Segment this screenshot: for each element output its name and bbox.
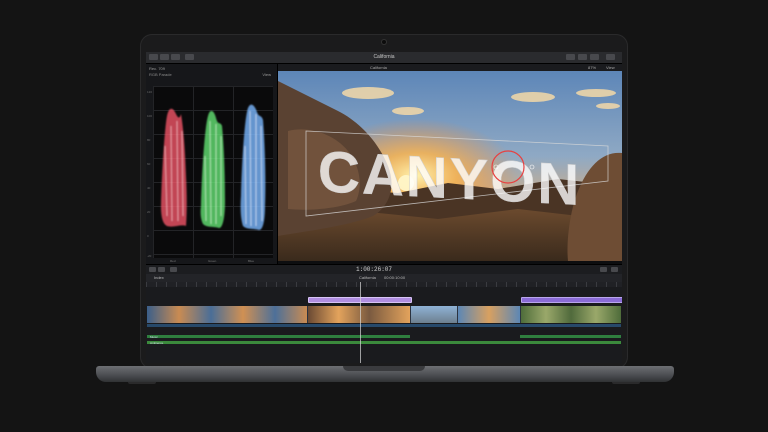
timeline-duration: 00:00:10:00 bbox=[384, 275, 406, 280]
index-button[interactable]: Index bbox=[154, 275, 164, 280]
scope-color-space: Rec. 709 bbox=[149, 66, 166, 71]
laptop-foot bbox=[128, 382, 156, 384]
snapping-button[interactable] bbox=[170, 267, 177, 272]
video-clip[interactable] bbox=[308, 306, 410, 323]
scope-scale-label: 80 bbox=[147, 138, 151, 142]
video-clip[interactable] bbox=[458, 306, 520, 323]
laptop-foot bbox=[612, 382, 640, 384]
scope-scale-label: 120 bbox=[147, 90, 153, 94]
ambience-clip-label: Ambience bbox=[150, 341, 164, 345]
timeline-project-name: California bbox=[359, 275, 376, 280]
blue-channel-label: Blue bbox=[248, 259, 255, 263]
rgb-parade-graph bbox=[161, 104, 266, 230]
viewer-canvas[interactable]: CANYON bbox=[278, 71, 622, 261]
scope-type-label: RGB Parade bbox=[149, 72, 172, 77]
audio-meters-button[interactable] bbox=[600, 267, 607, 272]
playhead[interactable] bbox=[360, 282, 361, 363]
laptop-notch bbox=[343, 366, 425, 371]
timeline-toggle-button[interactable] bbox=[578, 54, 587, 60]
scope-scale-label: 40 bbox=[147, 186, 151, 190]
viewer-project-name: California bbox=[370, 65, 387, 70]
scope-scale-label: 0 bbox=[147, 234, 149, 238]
video-clip[interactable] bbox=[147, 306, 307, 323]
canyon-scene-image: CANYON bbox=[278, 71, 622, 261]
scope-scale-label: 60 bbox=[147, 162, 151, 166]
browser-toggle-button[interactable] bbox=[566, 54, 575, 60]
video-clip[interactable] bbox=[521, 306, 621, 323]
timeline[interactable]: Music Ambience bbox=[146, 282, 622, 363]
timeline-ruler[interactable] bbox=[146, 282, 622, 287]
scope-scale-label: 20 bbox=[147, 210, 151, 214]
viewer-header: California 87% View bbox=[278, 64, 622, 71]
music-clip[interactable] bbox=[520, 335, 621, 338]
camera-icon bbox=[382, 40, 386, 44]
primary-storyline[interactable] bbox=[147, 306, 621, 323]
blue-channel-trace bbox=[240, 104, 266, 230]
scope-view-menu[interactable]: View bbox=[262, 72, 271, 77]
rgb-parade-scope bbox=[153, 86, 273, 258]
video-scopes-panel: Rec. 709 RGB Parade View 120 100 80 60 4… bbox=[146, 64, 278, 264]
green-channel-label: Green bbox=[208, 259, 217, 263]
fullscreen-button[interactable] bbox=[611, 267, 618, 272]
music-clip[interactable] bbox=[147, 335, 410, 338]
tools-menu-button[interactable] bbox=[158, 267, 165, 272]
timeline-index-bar: Index California 00:00:10:00 bbox=[146, 274, 622, 282]
inspector-toggle-button[interactable] bbox=[590, 54, 599, 60]
red-channel-label: Red bbox=[170, 259, 176, 263]
green-channel-trace bbox=[200, 110, 225, 228]
window-title: California bbox=[373, 54, 395, 60]
music-clip-label: Music bbox=[150, 335, 158, 339]
clip-appearance-button[interactable] bbox=[149, 267, 156, 272]
export-button[interactable] bbox=[606, 54, 615, 60]
video-clip[interactable] bbox=[411, 306, 457, 323]
red-channel-trace bbox=[161, 108, 187, 227]
clip-audio-lane[interactable] bbox=[147, 324, 621, 327]
timecode-display[interactable]: 1:00:26:07 bbox=[356, 266, 392, 273]
app-window: California Rec. 709 RGB Parade View 120 … bbox=[146, 52, 622, 363]
ambience-clip[interactable] bbox=[147, 341, 621, 344]
title-clip[interactable] bbox=[521, 297, 622, 303]
top-toolbar: California bbox=[146, 52, 622, 64]
scope-scale-label: -20 bbox=[147, 254, 152, 258]
title-overlay-text[interactable]: CANYON bbox=[318, 139, 582, 218]
scope-scale-label: 100 bbox=[147, 114, 153, 118]
viewer-view-menu[interactable]: View bbox=[606, 65, 615, 70]
viewer-zoom-menu[interactable]: 87% bbox=[588, 65, 596, 70]
